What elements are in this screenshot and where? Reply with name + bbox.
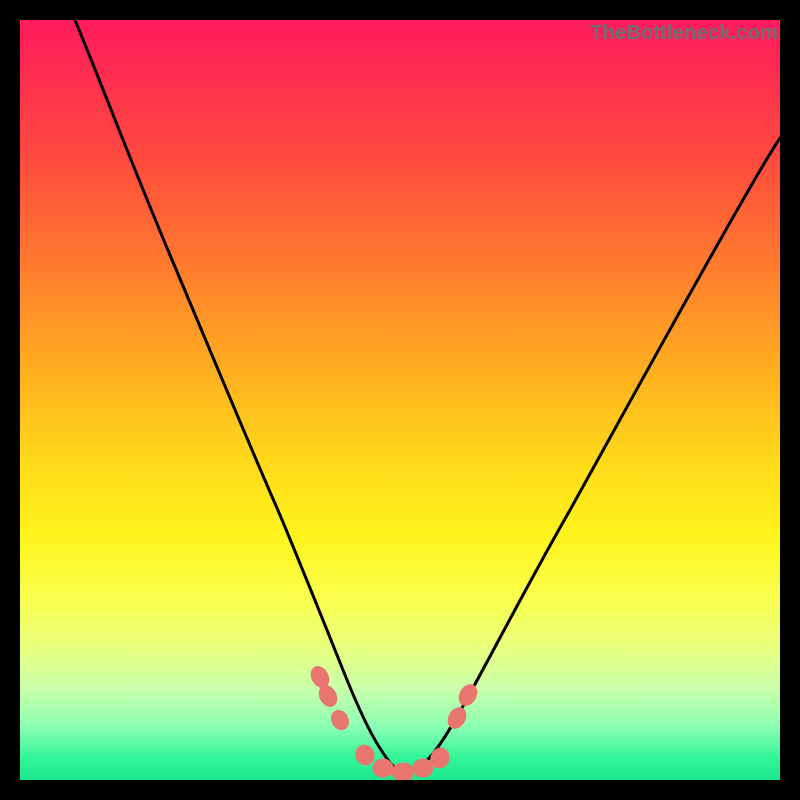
marker-dot [456,681,481,708]
watermark-text: TheBottleneck.com [590,22,778,45]
chart-frame: TheBottleneck.com [0,0,800,800]
marker-dot [413,759,433,777]
marker-group [308,664,481,780]
plot-area [20,20,780,780]
marker-dot [328,707,352,732]
marker-dot [392,763,414,780]
bottleneck-curve [75,20,780,772]
marker-dot [445,704,470,731]
marker-dot [373,759,393,777]
marker-dot [353,743,376,768]
curve-layer [20,20,780,780]
